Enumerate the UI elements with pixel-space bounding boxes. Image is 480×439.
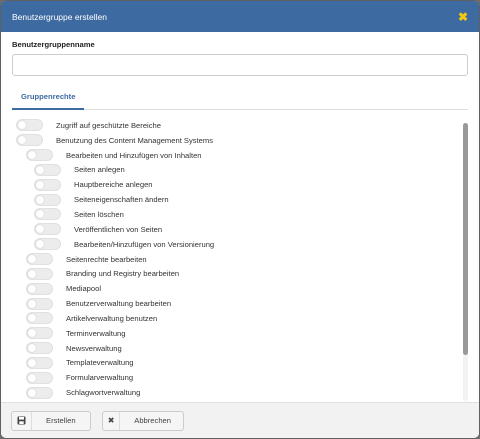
right-toggle[interactable] [34,178,61,191]
right-label: Templateverwaltung [66,358,134,368]
cancel-button[interactable]: ✖ Abbrechen [102,410,184,431]
right-row: Mediapool [12,281,468,296]
close-x-icon: ✖ [103,411,121,430]
right-label: Mediapool [66,284,102,294]
right-row: Terminverwaltung [12,326,468,341]
right-label: Schlagwortverwaltung [66,388,141,398]
right-label: Seiten anlegen [74,165,125,175]
right-toggle[interactable] [26,297,53,310]
right-toggle[interactable] [26,327,53,340]
right-toggle[interactable] [26,253,53,266]
right-toggle[interactable] [26,371,53,384]
right-toggle[interactable] [26,149,53,162]
right-row: Artikelverwaltung benutzen [12,311,468,326]
right-label: Seitenrechte bearbeiten [66,254,147,264]
right-row: Templateverwaltung [12,356,468,371]
right-label: Seiteneigenschaften ändern [74,195,169,205]
right-row: Veröffentlichen von Seiten [12,222,468,237]
close-icon[interactable]: ✖ [458,10,468,24]
right-label: Bearbeiten/Hinzufügen von Versionierung [74,239,215,249]
right-label: Hauptbereiche anlegen [74,180,153,190]
right-row: Branding und Registry bearbeiten [12,266,468,281]
right-label: Branding und Registry bearbeiten [66,269,180,279]
right-row: Bearbeiten/Hinzufügen von Versionierung [12,237,468,252]
right-row: Benutzerverwaltung bearbeiten [12,296,468,311]
right-row: Seiteneigenschaften ändern [12,192,468,207]
right-row: Formularverwaltung [12,370,468,385]
right-label: Bearbeiten und Hinzufügen von Inhalten [66,150,202,160]
right-toggle[interactable] [26,386,53,399]
right-row: Seitenrechte bearbeiten [12,252,468,267]
dialog-title: Benutzergruppe erstellen [12,11,107,22]
rights-scrollbar-thumb[interactable] [463,123,468,355]
group-name-label: Benutzergruppenname [12,40,95,49]
right-row: Seiten löschen [12,207,468,222]
right-label: Newsverwaltung [66,343,122,353]
right-label: Benutzung des Content Management Systems [56,135,214,145]
dialog-header: Benutzergruppe erstellen ✖ [1,1,479,32]
right-toggle[interactable] [26,356,53,369]
create-group-dialog: Benutzergruppe erstellen ✖ Benutzergrupp… [1,1,479,438]
right-label: Zugriff auf geschützte Bereiche [56,120,161,130]
right-toggle[interactable] [34,163,61,176]
tab-group-rights[interactable]: Gruppenrechte [12,88,85,110]
right-toggle[interactable] [34,208,61,221]
right-row: Schlagwortverwaltung [12,385,468,400]
right-row: Hauptbereiche anlegen [12,177,468,192]
create-button-label: Erstellen [46,416,76,425]
group-name-input[interactable] [12,54,468,76]
right-label: Artikelverwaltung benutzen [66,313,158,323]
right-row: Bearbeiten und Hinzufügen von Inhalten [12,148,468,163]
cancel-button-label: Abbrechen [134,416,171,425]
create-button[interactable]: Erstellen [11,410,91,431]
right-toggle[interactable] [26,282,53,295]
right-row: Newsverwaltung [12,341,468,356]
right-toggle[interactable] [16,134,43,147]
right-label: Formularverwaltung [66,373,134,383]
right-toggle[interactable] [26,342,53,355]
right-toggle[interactable] [34,238,61,251]
right-toggle[interactable] [16,119,43,132]
right-toggle[interactable] [26,267,53,280]
right-row: Seiten anlegen [12,163,468,178]
dialog-footer: Erstellen ✖ Abbrechen [1,402,479,438]
dialog-body: Benutzergruppenname Gruppenrechte Zugrif… [1,32,479,406]
right-toggle[interactable] [26,312,53,325]
rights-scrollbar[interactable] [463,123,468,401]
floppy-disk-icon [12,411,32,430]
tab-bar: Gruppenrechte [12,88,468,110]
rights-list: Zugriff auf geschützte Bereiche Benutzung… [12,118,468,406]
right-label: Seiten löschen [74,209,124,219]
right-label: Benutzerverwaltung bearbeiten [66,299,172,309]
right-toggle[interactable] [34,223,61,236]
right-row: Benutzung des Content Management Systems [12,133,468,148]
right-toggle[interactable] [34,193,61,206]
right-label: Terminverwaltung [66,328,126,338]
right-row: Zugriff auf geschützte Bereiche [12,118,468,133]
right-label: Veröffentlichen von Seiten [74,224,163,234]
